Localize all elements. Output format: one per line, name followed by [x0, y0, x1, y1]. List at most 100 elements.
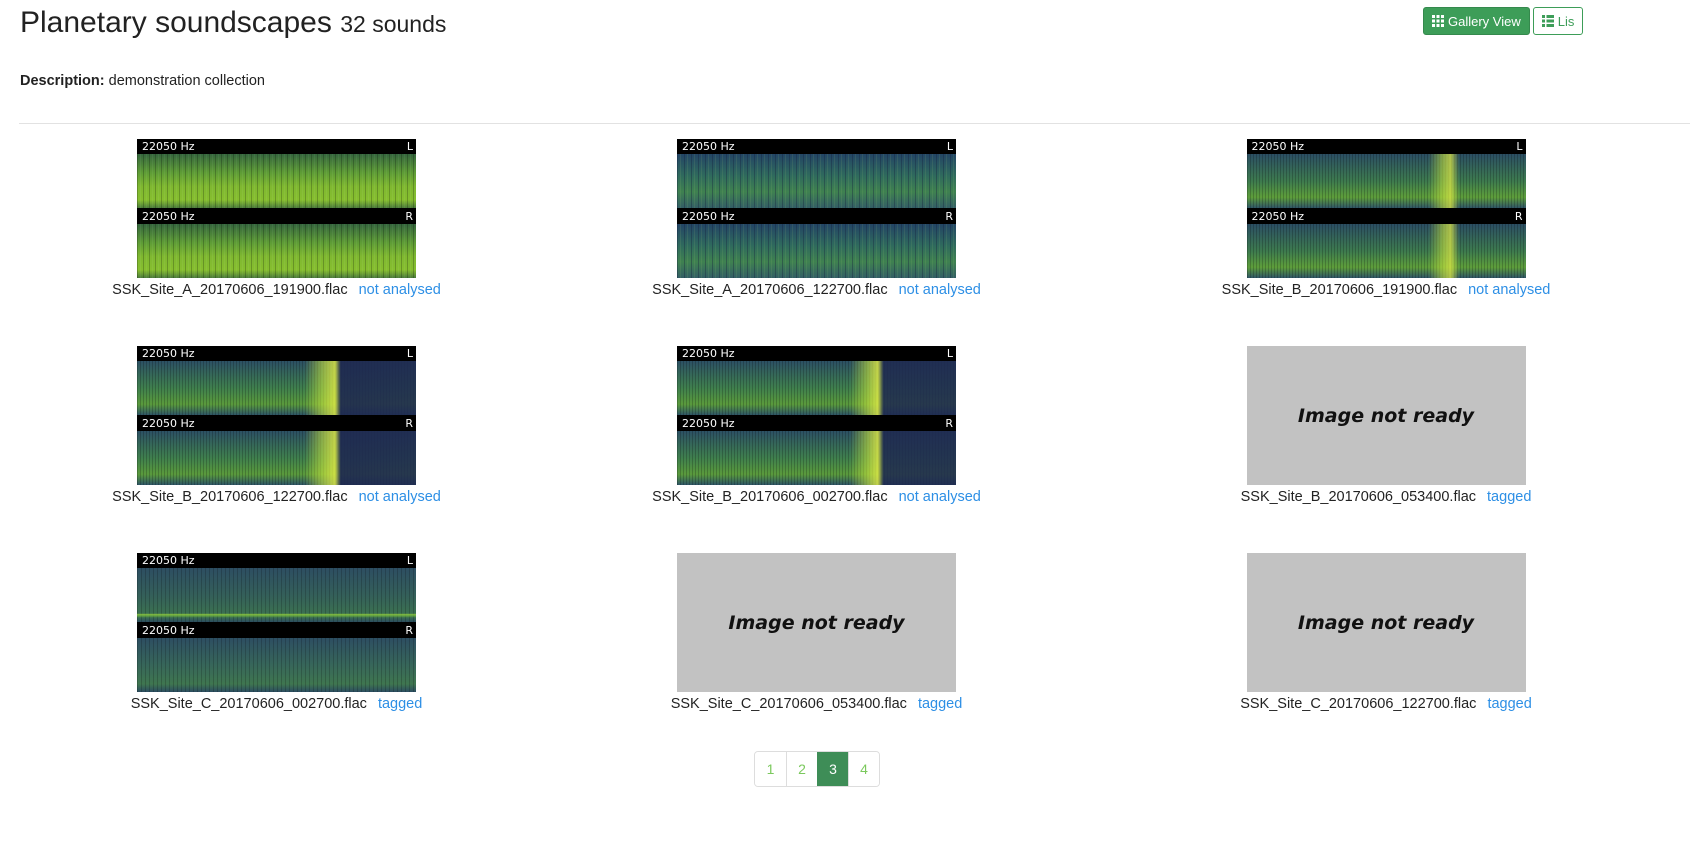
channel-label: L: [1516, 140, 1523, 153]
recording-filename: SSK_Site_A_20170606_191900.flac: [112, 282, 348, 298]
recording-caption: SSK_Site_C_20170606_122700.flac tagged: [1240, 696, 1532, 712]
spectrogram-thumbnail[interactable]: 22050 Hz L 22050 Hz R: [677, 346, 956, 485]
channel-left: 22050 Hz L: [1246, 139, 1526, 208]
recording-filename: SSK_Site_B_20170606_122700.flac: [112, 489, 348, 505]
recording-status-link[interactable]: tagged: [918, 696, 962, 712]
frequency-label: 22050 Hz: [142, 210, 195, 223]
channel-label: R: [405, 624, 413, 637]
frequency-label: 22050 Hz: [142, 140, 195, 153]
recording-caption: SSK_Site_B_20170606_191900.flac not anal…: [1222, 282, 1551, 298]
recording-card: Image not ready SSK_Site_C_20170606_0534…: [541, 553, 1082, 712]
description-label: Description:: [20, 73, 105, 89]
channel-right: 22050 Hz R: [677, 209, 956, 278]
channel-label: R: [945, 210, 953, 223]
pagination: 1 2 3 4: [754, 751, 880, 787]
channel-left: 22050 Hz L: [137, 139, 416, 208]
divider: [19, 123, 1690, 124]
recording-card: 22050 Hz L 22050 Hz R SSK_Site_C_2017060…: [0, 553, 541, 712]
channel-label: R: [405, 210, 413, 223]
recording-filename: SSK_Site_B_20170606_053400.flac: [1240, 489, 1477, 505]
frequency-label: 22050 Hz: [142, 417, 195, 430]
image-placeholder[interactable]: Image not ready: [677, 553, 956, 692]
recording-caption: SSK_Site_A_20170606_191900.flac not anal…: [112, 282, 441, 298]
channel-right: 22050 Hz R: [137, 209, 416, 278]
spectrogram-thumbnail[interactable]: 22050 Hz L 22050 Hz R: [1246, 139, 1526, 278]
page-link-2[interactable]: 2: [786, 752, 817, 786]
image-placeholder[interactable]: Image not ready: [1246, 346, 1526, 485]
channel-left: 22050 Hz L: [137, 346, 416, 415]
grid-icon: [1432, 15, 1444, 27]
channel-left: 22050 Hz L: [677, 346, 956, 415]
list-view-label: Lis: [1557, 13, 1575, 29]
recording-caption: SSK_Site_B_20170606_122700.flac not anal…: [112, 489, 441, 505]
frequency-label: 22050 Hz: [1251, 210, 1305, 223]
description-text: demonstration collection: [108, 73, 265, 89]
channel-label: R: [1514, 210, 1523, 223]
channel-right: 22050 Hz R: [1246, 209, 1526, 278]
recording-card: Image not ready SSK_Site_C_20170606_1227…: [1082, 553, 1690, 712]
recording-caption: SSK_Site_B_20170606_002700.flac not anal…: [652, 489, 981, 505]
recording-caption: SSK_Site_C_20170606_002700.flac tagged: [131, 696, 423, 712]
channel-label: L: [406, 140, 413, 153]
frequency-label: 22050 Hz: [142, 624, 195, 637]
recording-status-link[interactable]: tagged: [1487, 489, 1531, 505]
spectrogram-thumbnail[interactable]: 22050 Hz L 22050 Hz R: [137, 346, 416, 485]
frequency-label: 22050 Hz: [682, 210, 735, 223]
image-placeholder[interactable]: Image not ready: [1246, 553, 1526, 692]
recording-filename: SSK_Site_B_20170606_002700.flac: [652, 489, 888, 505]
recording-caption: SSK_Site_A_20170606_122700.flac not anal…: [652, 282, 981, 298]
recording-status-link[interactable]: not analysed: [359, 489, 441, 505]
gallery-view-button[interactable]: Gallery View: [1423, 7, 1530, 35]
view-toggle: Gallery View Lis: [1423, 7, 1584, 35]
recording-card: 22050 Hz L 22050 Hz R SSK_Site_A_2017060…: [0, 139, 541, 298]
spectrogram-thumbnail[interactable]: 22050 Hz L 22050 Hz R: [677, 139, 956, 278]
sound-count: 32 sounds: [340, 11, 447, 37]
frequency-label: 22050 Hz: [682, 140, 735, 153]
channel-label: R: [405, 417, 413, 430]
recording-status-link[interactable]: not analysed: [899, 282, 981, 298]
recording-filename: SSK_Site_C_20170606_002700.flac: [130, 696, 367, 712]
image-not-ready-text: Image not ready: [1297, 611, 1475, 634]
page-link-4[interactable]: 4: [848, 752, 879, 786]
spectrogram-thumbnail[interactable]: 22050 Hz L 22050 Hz R: [137, 139, 416, 278]
list-view-button[interactable]: Lis: [1532, 7, 1584, 35]
collection-description: Description: demonstration collection: [20, 73, 265, 89]
channel-label: R: [945, 417, 953, 430]
recording-status-link[interactable]: not analysed: [899, 489, 981, 505]
page-link-1[interactable]: 1: [755, 752, 786, 786]
recording-card: 22050 Hz L 22050 Hz R SSK_Site_B_2017060…: [541, 346, 1082, 505]
recording-caption: SSK_Site_B_20170606_053400.flac tagged: [1241, 489, 1532, 505]
list-icon: [1541, 15, 1554, 27]
image-not-ready-text: Image not ready: [728, 611, 905, 634]
frequency-label: 22050 Hz: [142, 554, 195, 567]
spectrogram-thumbnail[interactable]: 22050 Hz L 22050 Hz R: [137, 553, 416, 692]
recording-card: 22050 Hz L 22050 Hz R SSK_Site_B_2017060…: [1082, 139, 1690, 298]
channel-left: 22050 Hz L: [677, 139, 956, 208]
channel-right: 22050 Hz R: [677, 416, 956, 485]
recording-caption: SSK_Site_C_20170606_053400.flac tagged: [671, 696, 963, 712]
recording-filename: SSK_Site_B_20170606_191900.flac: [1221, 282, 1458, 298]
channel-left: 22050 Hz L: [137, 553, 416, 622]
channel-right: 22050 Hz R: [137, 623, 416, 692]
frequency-label: 22050 Hz: [142, 347, 195, 360]
channel-label: L: [406, 347, 413, 360]
page-link-3-current[interactable]: 3: [817, 752, 848, 786]
frequency-label: 22050 Hz: [1251, 140, 1305, 153]
channel-label: L: [946, 140, 953, 153]
recording-gallery: 22050 Hz L 22050 Hz R SSK_Site_A_2017060…: [0, 139, 1690, 712]
gallery-view-label: Gallery View: [1448, 13, 1521, 29]
recording-status-link[interactable]: not analysed: [1468, 282, 1550, 298]
recording-filename: SSK_Site_C_20170606_053400.flac: [670, 696, 907, 712]
page-title: Planetary soundscapes 32 sounds: [20, 6, 446, 40]
recording-card: 22050 Hz L 22050 Hz R SSK_Site_A_2017060…: [541, 139, 1082, 298]
recording-status-link[interactable]: not analysed: [359, 282, 441, 298]
frequency-label: 22050 Hz: [682, 347, 735, 360]
frequency-label: 22050 Hz: [682, 417, 735, 430]
recording-card: 22050 Hz L 22050 Hz R SSK_Site_B_2017060…: [0, 346, 541, 505]
image-not-ready-text: Image not ready: [1297, 404, 1475, 427]
recording-status-link[interactable]: tagged: [1487, 696, 1531, 712]
recording-status-link[interactable]: tagged: [378, 696, 422, 712]
channel-label: L: [406, 554, 413, 567]
recording-filename: SSK_Site_A_20170606_122700.flac: [652, 282, 888, 298]
collection-name: Planetary soundscapes: [20, 6, 332, 39]
